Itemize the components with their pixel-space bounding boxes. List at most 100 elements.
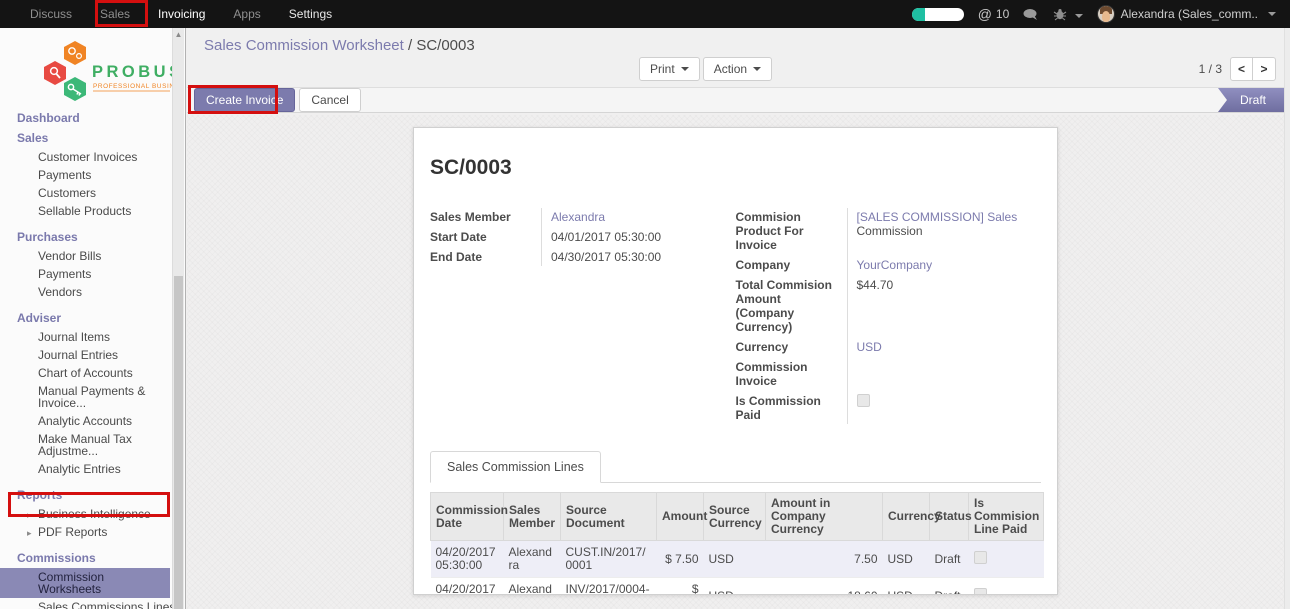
menu-invoicing[interactable]: Invoicing [146, 0, 217, 28]
sidebar-section-sales[interactable]: Sales [0, 128, 185, 148]
action-dropdown-button[interactable]: Action [703, 57, 772, 81]
col-commission-date[interactable]: Commission Date [431, 493, 504, 541]
menu-discuss[interactable]: Discuss [18, 0, 84, 28]
sidebar-item-tax-adjustment[interactable]: Make Manual Tax Adjustme... [0, 430, 185, 460]
top-navbar: Discuss Sales Invoicing Apps Settings @ … [0, 0, 1290, 28]
col-amount-company-currency[interactable]: Amount in Company Currency [766, 493, 883, 541]
sidebar-item-sellable-products[interactable]: Sellable Products [0, 202, 185, 220]
commission-product-value-rest: Commission [857, 224, 923, 238]
line-paid-checkbox[interactable] [974, 588, 987, 595]
company-value[interactable]: YourCompany [857, 258, 933, 272]
sidebar-scrollbar-thumb[interactable] [174, 276, 183, 609]
col-status[interactable]: Status [930, 493, 969, 541]
scroll-up-arrow-icon[interactable]: ▲ [173, 30, 184, 39]
cell-source[interactable]: INV/2017/0004-SO008 [561, 578, 657, 596]
menu-sales[interactable]: Sales [88, 0, 142, 28]
cell-date[interactable]: 04/20/2017 05:30:00 [431, 541, 504, 578]
start-date-label: Start Date [430, 226, 542, 246]
sidebar-item-customers[interactable]: Customers [0, 184, 185, 202]
breadcrumb-parent-link[interactable]: Sales Commission Worksheet [204, 37, 404, 54]
print-dropdown-button[interactable]: Print [639, 57, 700, 81]
sidebar-item-journal-entries[interactable]: Journal Entries [0, 346, 185, 364]
menu-apps[interactable]: Apps [221, 0, 272, 28]
pager-count: 1 / 3 [1199, 62, 1222, 76]
sidebar: PROBUSE PROFESSIONAL BUSINESS Dashboard … [0, 28, 186, 609]
sidebar-section-reports[interactable]: Reports [0, 485, 185, 505]
sidebar-item-chart-of-accounts[interactable]: Chart of Accounts [0, 364, 185, 382]
cell-amount-company[interactable]: 18.60 [766, 578, 883, 596]
cell-status[interactable]: Draft [930, 541, 969, 578]
commission-product-label: Commision Product For Invoice [736, 208, 848, 254]
currency-value[interactable]: USD [857, 340, 882, 354]
cell-amount-company[interactable]: 7.50 [766, 541, 883, 578]
col-is-commission-line-paid[interactable]: Is Commision Line Paid [969, 493, 1044, 541]
sidebar-item-business-intelligence[interactable]: ▸Business Intelligence [0, 505, 185, 523]
status-badge-draft[interactable]: Draft [1218, 88, 1284, 112]
mentions-counter[interactable]: @ 10 [978, 6, 1010, 22]
sidebar-section-purchases[interactable]: Purchases [0, 227, 185, 247]
field-group-right: Commision Product For Invoice [SALES COM… [736, 208, 1042, 424]
sidebar-item-journal-items[interactable]: Journal Items [0, 328, 185, 346]
sidebar-item-vendors[interactable]: Vendors [0, 283, 185, 301]
cell-status[interactable]: Draft [930, 578, 969, 596]
sidebar-section-commissions[interactable]: Commissions [0, 548, 185, 568]
expand-caret-icon: ▸ [27, 527, 32, 539]
sidebar-item-analytic-entries[interactable]: Analytic Entries [0, 460, 185, 478]
sidebar-item-manual-payments[interactable]: Manual Payments & Invoice... [0, 382, 185, 412]
sidebar-item-pdf-reports[interactable]: ▸PDF Reports [0, 523, 185, 541]
page-scrollbar[interactable] [1284, 28, 1290, 609]
messages-icon[interactable] [1023, 7, 1039, 21]
col-amount[interactable]: Amount [657, 493, 704, 541]
col-source-currency[interactable]: Source Currency [704, 493, 766, 541]
debug-bug-icon[interactable] [1053, 7, 1082, 21]
sidebar-item-sales-commissions-lines[interactable]: Sales Commissions Lines [0, 598, 185, 609]
svg-text:PROBUSE: PROBUSE [92, 63, 173, 81]
sidebar-item-vendor-bills[interactable]: Vendor Bills [0, 247, 185, 265]
cell-amount[interactable]: $ 7.50 [657, 541, 704, 578]
menu-settings[interactable]: Settings [277, 0, 344, 28]
pager-next-button[interactable]: > [1253, 57, 1276, 81]
sidebar-item-payments-purchases[interactable]: Payments [0, 265, 185, 283]
table-row[interactable]: 04/20/2017 05:30:00 Alexandra INV/2017/0… [431, 578, 1044, 596]
pager-previous-button[interactable]: < [1230, 57, 1253, 81]
user-menu[interactable]: Alexandra (Sales_comm.. [1097, 5, 1276, 23]
col-currency[interactable]: Currency [883, 493, 930, 541]
cell-member[interactable]: Alexandra [504, 541, 561, 578]
sidebar-item-commission-worksheets[interactable]: Commission Worksheets [0, 568, 170, 598]
cell-currency[interactable]: USD [883, 541, 930, 578]
col-source-document[interactable]: Source Document [561, 493, 657, 541]
is-commission-paid-checkbox[interactable] [857, 394, 870, 407]
col-sales-member[interactable]: Sales Member [504, 493, 561, 541]
currency-label: Currency [736, 336, 848, 356]
sidebar-item-customer-invoices[interactable]: Customer Invoices [0, 148, 185, 166]
tab-sales-commission-lines[interactable]: Sales Commission Lines [430, 451, 601, 483]
chevron-down-icon [681, 67, 689, 71]
timer-pill[interactable] [912, 8, 964, 21]
breadcrumb-current: SC/0003 [416, 37, 474, 54]
breadcrumb: Sales Commission Worksheet / SC/0003 [187, 28, 1284, 54]
pager: 1 / 3 < > [1199, 57, 1276, 81]
cell-source-currency[interactable]: USD [704, 578, 766, 596]
cell-member[interactable]: Alexandra [504, 578, 561, 596]
cell-source[interactable]: CUST.IN/2017/0001 [561, 541, 657, 578]
line-paid-checkbox[interactable] [974, 551, 987, 564]
probuse-logo: PROBUSE PROFESSIONAL BUSINESS [0, 28, 185, 104]
table-row[interactable]: 04/20/2017 05:30:00 Alexandra CUST.IN/20… [431, 541, 1044, 578]
sidebar-scrollbar[interactable]: ▲ [172, 28, 184, 609]
sidebar-section-adviser[interactable]: Adviser [0, 308, 185, 328]
cell-currency[interactable]: USD [883, 578, 930, 596]
create-invoice-button[interactable]: Create Invoice [194, 88, 295, 112]
timer-progress [912, 8, 925, 21]
sidebar-item-analytic-accounts[interactable]: Analytic Accounts [0, 412, 185, 430]
cancel-button[interactable]: Cancel [299, 88, 360, 112]
sidebar-item-dashboard[interactable]: Dashboard [0, 108, 185, 128]
avatar [1097, 5, 1115, 23]
cell-amount[interactable]: $ 18.60 [657, 578, 704, 596]
form-statusbar: Create Invoice Cancel Draft [187, 87, 1284, 113]
cell-date[interactable]: 04/20/2017 05:30:00 [431, 578, 504, 596]
commission-product-value[interactable]: [SALES COMMISSION] Sales [857, 210, 1018, 224]
sales-member-value[interactable]: Alexandra [551, 210, 605, 224]
sidebar-item-payments-sales[interactable]: Payments [0, 166, 185, 184]
user-name: Alexandra (Sales_comm.. [1121, 7, 1258, 21]
cell-source-currency[interactable]: USD [704, 541, 766, 578]
